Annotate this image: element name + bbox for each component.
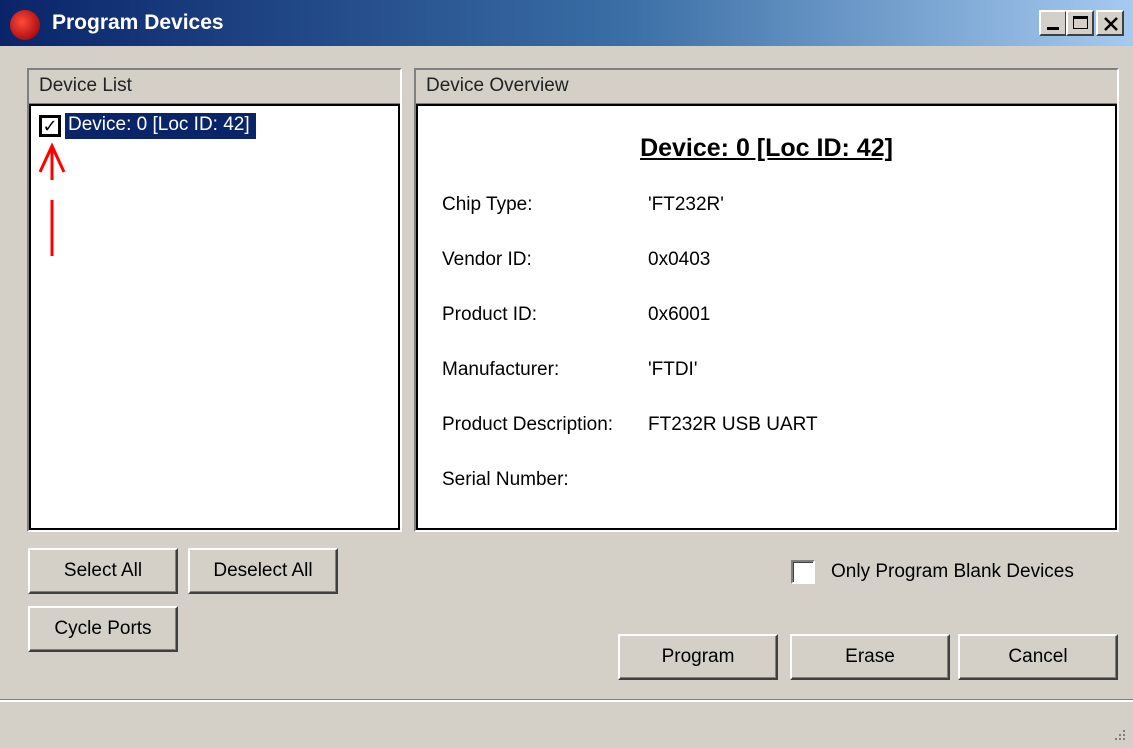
product-id-value: 0x6001 <box>648 304 711 325</box>
vendor-id-label: Vendor ID: <box>442 249 532 270</box>
chip-type-label: Chip Type: <box>442 194 533 215</box>
overview-device-title: Device: 0 [Loc ID: 42] <box>640 134 893 162</box>
device-overview-header: Device Overview <box>416 70 1117 104</box>
device-list-box: ✓ Device: 0 [Loc ID: 42] <box>29 104 400 530</box>
cancel-button[interactable]: Cancel <box>958 634 1118 680</box>
device-list-panel: Device List ✓ Device: 0 [Loc ID: 42] <box>27 68 402 532</box>
device-overview-panel: Device Overview Device: 0 [Loc ID: 42] C… <box>414 68 1119 532</box>
only-program-blank-option[interactable]: Only Program Blank Devices <box>791 560 1074 584</box>
device-checkbox[interactable]: ✓ <box>39 115 61 137</box>
select-all-button[interactable]: Select All <box>28 548 178 594</box>
maximize-button[interactable] <box>1066 10 1094 36</box>
device-overview-box: Device: 0 [Loc ID: 42] Chip Type: 'FT232… <box>416 104 1117 530</box>
product-description-label: Product Description: <box>442 414 614 435</box>
window-title: Program Devices <box>52 11 224 34</box>
close-button[interactable] <box>1096 10 1124 36</box>
only-program-blank-label: Only Program Blank Devices <box>831 561 1074 582</box>
checkmark-icon: ✓ <box>42 116 58 136</box>
manufacturer-value: 'FTDI' <box>648 359 698 380</box>
resize-grip-icon[interactable] <box>1111 726 1127 742</box>
annotation-arrow-icon <box>38 142 66 256</box>
minimize-button[interactable] <box>1039 10 1067 36</box>
manufacturer-label: Manufacturer: <box>442 359 560 380</box>
program-button[interactable]: Program <box>618 634 778 680</box>
title-bar: Program Devices <box>0 0 1133 48</box>
device-list-header: Device List <box>29 70 400 104</box>
chip-type-value: 'FT232R' <box>648 194 724 215</box>
product-id-label: Product ID: <box>442 304 538 325</box>
cycle-ports-button[interactable]: Cycle Ports <box>28 606 178 652</box>
product-description-value: FT232R USB UART <box>648 414 818 435</box>
only-program-blank-checkbox[interactable] <box>791 560 815 584</box>
device-label[interactable]: Device: 0 [Loc ID: 42] <box>65 113 256 139</box>
erase-button[interactable]: Erase <box>790 634 950 680</box>
minimize-icon <box>1047 27 1059 30</box>
deselect-all-button[interactable]: Deselect All <box>188 548 338 594</box>
serial-number-label: Serial Number: <box>442 469 569 490</box>
maximize-icon <box>1073 16 1088 29</box>
vendor-id-value: 0x0403 <box>648 249 711 270</box>
status-bar <box>0 700 1133 748</box>
close-icon <box>1104 17 1118 31</box>
app-icon <box>10 10 40 40</box>
